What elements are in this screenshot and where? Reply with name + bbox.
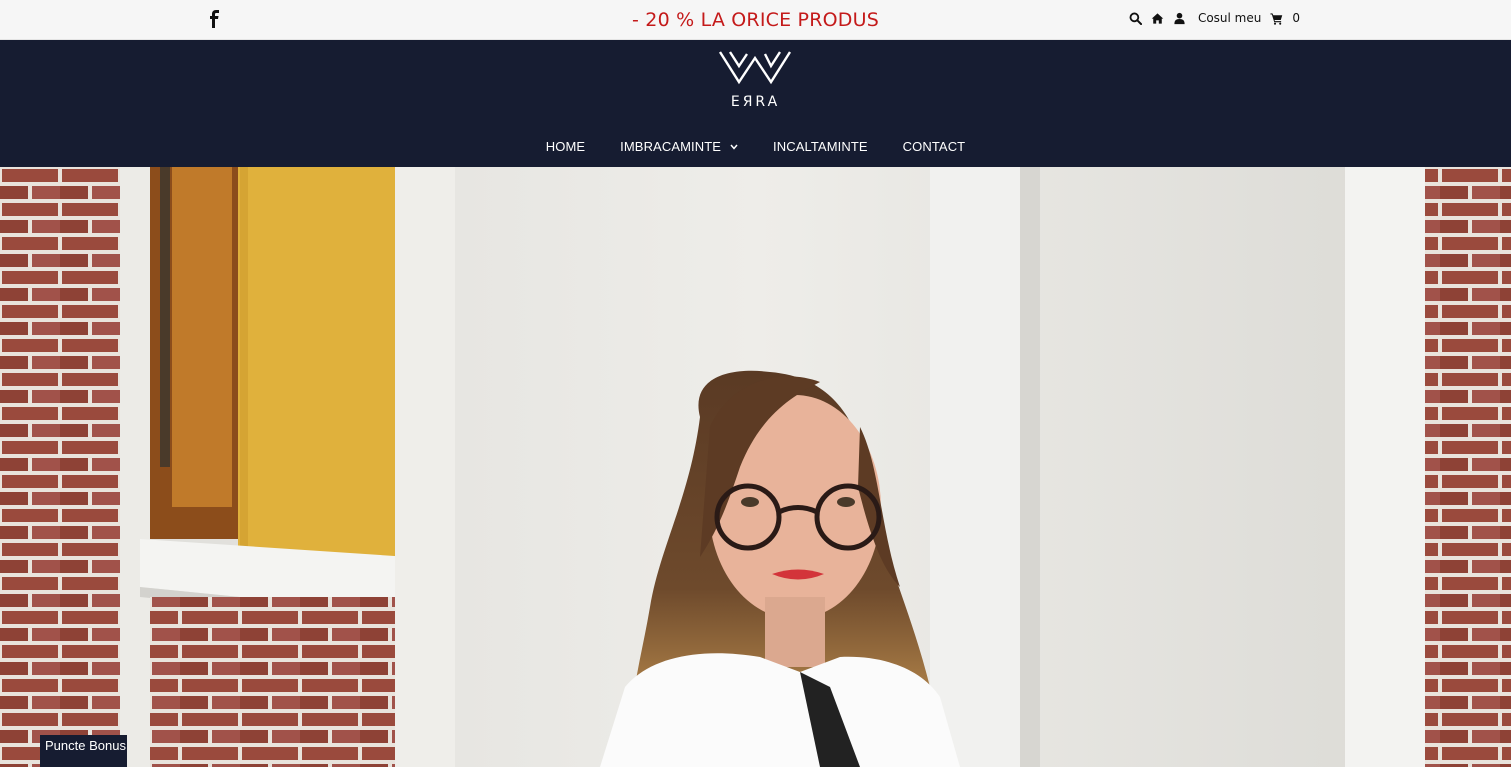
home-icon[interactable] — [1151, 12, 1164, 25]
nav-item-label: IMBRACAMINTE — [620, 139, 722, 154]
site-header: EЯRA HOME IMBRACAMINTE INCALTAMINTE CONT… — [0, 40, 1511, 167]
chevron-down-icon — [730, 144, 738, 150]
top-actions: Cosul meu 0 — [1129, 11, 1300, 25]
nav-item-imbracaminte[interactable]: IMBRACAMINTE — [620, 139, 738, 154]
cart-count[interactable]: 0 — [1292, 11, 1300, 25]
cart-icon[interactable] — [1270, 12, 1283, 25]
nav-item-label: HOME — [545, 139, 586, 154]
hero-image — [0, 167, 1511, 767]
cart-link[interactable]: Cosul meu — [1198, 11, 1261, 25]
user-icon[interactable] — [1173, 12, 1186, 25]
main-nav: HOME IMBRACAMINTE INCALTAMINTE CONTACT — [0, 139, 1511, 154]
nav-item-incaltaminte[interactable]: INCALTAMINTE — [773, 139, 868, 154]
nav-item-contact[interactable]: CONTACT — [903, 139, 966, 154]
search-icon[interactable] — [1129, 12, 1142, 25]
hero-photo — [0, 167, 1511, 767]
nav-item-home[interactable]: HOME — [546, 139, 585, 154]
brand-name: EЯRA — [730, 94, 781, 110]
nav-item-label: INCALTAMINTE — [773, 139, 868, 154]
bonus-points-button[interactable]: Puncte Bonus — [40, 735, 127, 767]
nav-item-label: CONTACT — [902, 139, 966, 154]
top-bar: - 20 % LA ORICE PRODUS Cosul meu 0 — [0, 0, 1511, 40]
